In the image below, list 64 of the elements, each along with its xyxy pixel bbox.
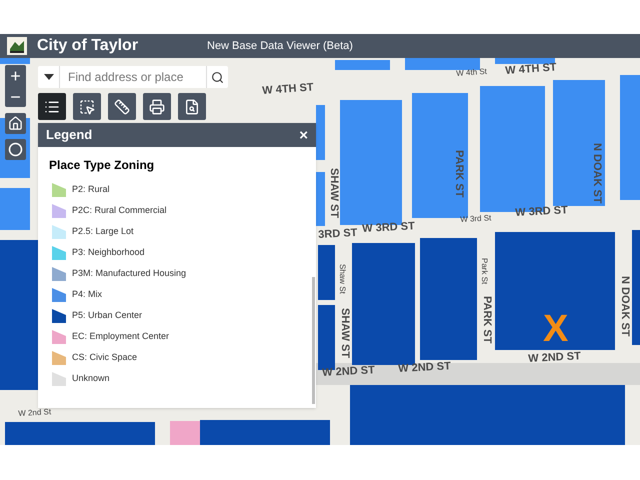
search-button[interactable] <box>206 66 228 88</box>
legend-item-label: CS: Civic Space <box>72 351 138 364</box>
app-subtitle: New Base Data Viewer (Beta) <box>207 38 353 54</box>
street-label: W 3RD ST <box>515 205 568 219</box>
street-label: Park St <box>480 258 488 284</box>
land-parcel <box>335 60 390 70</box>
land-parcel <box>495 58 555 64</box>
land-parcel <box>318 245 335 300</box>
ruler-icon <box>114 98 130 114</box>
street-label: W 4th St <box>456 68 488 78</box>
street-label: W 2ND ST <box>398 361 452 375</box>
legend-item-label: P3M: Manufactured Housing <box>72 267 186 280</box>
toolbar-button[interactable] <box>143 93 171 120</box>
street-label: W 2ND ST <box>528 351 582 365</box>
land-parcel <box>0 58 30 64</box>
caret-icon <box>44 74 54 80</box>
list-icon <box>44 98 60 114</box>
land-parcel <box>316 172 325 226</box>
home-button[interactable] <box>5 113 26 134</box>
legend-heading: Place Type Zoning <box>49 157 156 174</box>
search-icon <box>211 70 224 84</box>
search-source-dropdown[interactable] <box>38 66 60 88</box>
document-search-icon <box>184 98 200 114</box>
app-title: City of Taylor <box>37 36 140 56</box>
printer-icon <box>149 98 165 114</box>
legend-item-label: P4: Mix <box>72 288 102 302</box>
land-parcel <box>0 188 30 230</box>
street-label: SHAW ST <box>339 308 350 358</box>
street-label: W 3rd St <box>460 214 492 224</box>
street-label: W 2ND ST <box>322 365 376 379</box>
location-marker: X <box>543 310 568 348</box>
legend-item-label: P2.5: Large Lot <box>72 225 134 238</box>
toolbar-button[interactable] <box>108 93 136 120</box>
toolbar-button[interactable] <box>178 93 206 120</box>
home-icon <box>8 116 23 131</box>
logo-icon <box>7 37 27 55</box>
legend-item-label: P3: Neighborhood <box>72 246 145 260</box>
legend-item-label: P2C: Rural Commercial <box>72 204 167 218</box>
locate-button[interactable] <box>5 139 26 160</box>
close-button[interactable]: × <box>299 128 308 142</box>
street-label: N DOAK ST <box>619 276 630 336</box>
legend-item-label: P2: Rural <box>72 183 110 196</box>
street-label: PARK ST <box>453 150 464 198</box>
toolbar-button[interactable] <box>38 93 66 120</box>
legend-title: Legend <box>46 126 92 144</box>
search-field[interactable]: Find address or place <box>60 66 206 88</box>
street-label: SHAW ST <box>328 168 339 218</box>
street-label: 3RD ST <box>318 228 358 241</box>
cursor-icon <box>79 98 95 114</box>
toolbar-button[interactable] <box>73 93 101 120</box>
street-label: W 3RD ST <box>362 221 416 235</box>
street-label: PARK ST <box>481 296 492 344</box>
zoom-in-button[interactable]: + <box>5 65 26 86</box>
street-label: W 4TH ST <box>505 62 557 77</box>
land-parcel <box>316 105 325 160</box>
locate-icon <box>8 142 23 157</box>
street-label: W 4TH ST <box>262 82 314 97</box>
legend-item-label: P5: Urban Center <box>72 309 142 322</box>
street-label: N DOAK ST <box>591 143 602 204</box>
street-label: Shaw St <box>338 264 346 294</box>
legend-item-label: Unknown <box>72 372 110 386</box>
legend-item-label: EC: Employment Center <box>72 330 170 344</box>
zoom-out-button[interactable]: − <box>5 86 26 107</box>
street-label: W 2nd St <box>18 408 52 418</box>
